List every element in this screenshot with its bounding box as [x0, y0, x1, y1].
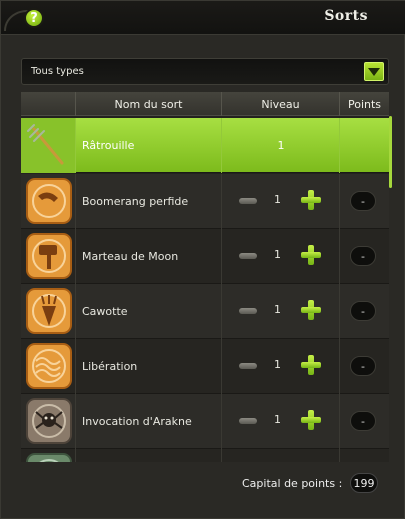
increase-level-button[interactable] [301, 190, 321, 210]
spell-row-liberation[interactable]: Libération 1 - [21, 339, 389, 394]
spell-level: 1 [274, 303, 281, 316]
spell-name: Râtrouille [76, 118, 222, 173]
decrease-level-button[interactable] [239, 253, 257, 259]
points-capital-label: Capital de points : [242, 477, 343, 490]
spell-points-cell: - [340, 174, 389, 229]
pitchfork-icon [27, 124, 64, 165]
carrot-icon [26, 288, 72, 334]
title-bar: ? Sorts [1, 1, 405, 35]
dropdown-value: Tous types [31, 66, 84, 77]
spell-points-cell: - [340, 284, 389, 339]
spell-table: Nom du sort Niveau Points Râtrouille 1 B… [21, 92, 389, 462]
spell-name [76, 449, 222, 462]
spell-points-cell [340, 449, 389, 462]
spider-icon [26, 398, 72, 444]
spell-level: 1 [274, 413, 281, 426]
spell-level-cell: 1 [222, 284, 340, 339]
spell-points-cell: - [340, 229, 389, 284]
spell-name: Cawotte [76, 284, 222, 339]
column-header-icon[interactable] [21, 92, 76, 116]
spell-icon-cell [21, 449, 76, 462]
decrease-level-button[interactable] [239, 308, 257, 314]
spell-name: Libération [76, 339, 222, 394]
increase-level-button[interactable] [301, 300, 321, 320]
window-title: Sorts [324, 8, 368, 24]
dropdown-arrow-icon[interactable] [364, 62, 384, 81]
spell-icon-cell [21, 394, 76, 449]
column-header-name[interactable]: Nom du sort [76, 92, 222, 116]
spell-icon-cell [21, 339, 76, 394]
spell-level-cell: 1 [222, 339, 340, 394]
spell-icon-cell [21, 229, 76, 284]
spell-icon-cell [21, 174, 76, 229]
spell-row-cawotte[interactable]: Cawotte 1 - [21, 284, 389, 339]
increase-level-button[interactable] [301, 355, 321, 375]
spell-icon-cell [21, 284, 76, 339]
hammer-icon [26, 233, 72, 279]
spell-points-cell: - [340, 394, 389, 449]
spell-name: Invocation d'Arakne [76, 394, 222, 449]
spell-level-cell: 1 [222, 118, 340, 173]
help-button[interactable]: ? [24, 8, 44, 28]
spell-points: - [350, 411, 376, 431]
spell-points-cell: - [340, 339, 389, 394]
decrease-level-button[interactable] [239, 198, 257, 204]
waves-icon [26, 343, 72, 389]
spell-level-cell [222, 449, 340, 462]
column-header-points[interactable]: Points [340, 92, 389, 116]
increase-level-button[interactable] [301, 245, 321, 265]
spells-window: ? Sorts Tous types Nom du sort Niveau Po… [0, 0, 405, 519]
spell-row-marteau-de-moon[interactable]: Marteau de Moon 1 - [21, 229, 389, 284]
spell-level: 1 [274, 358, 281, 371]
spell-level: 1 [274, 248, 281, 261]
column-header-level[interactable]: Niveau [222, 92, 340, 116]
spell-icon-cell [21, 118, 76, 173]
spell-row-partial[interactable] [21, 449, 389, 462]
spell-level: 1 [277, 139, 285, 152]
spell-level-cell: 1 [222, 229, 340, 284]
spell-points-cell [340, 118, 389, 173]
decrease-level-button[interactable] [239, 363, 257, 369]
table-header: Nom du sort Niveau Points [21, 92, 389, 116]
spell-points: - [350, 356, 376, 376]
decrease-level-button[interactable] [239, 418, 257, 424]
spell-points: - [350, 246, 376, 266]
spell-row-boomerang-perfide[interactable]: Boomerang perfide 1 - [21, 174, 389, 229]
increase-level-button[interactable] [301, 410, 321, 430]
points-capital-value: 199 [350, 473, 378, 493]
spell-icon [26, 453, 72, 462]
spell-name: Boomerang perfide [76, 174, 222, 229]
boomerang-icon [26, 178, 72, 224]
spell-level-cell: 1 [222, 174, 340, 229]
spell-level: 1 [274, 193, 281, 206]
spell-level-cell: 1 [222, 394, 340, 449]
spell-points: - [350, 191, 376, 211]
spell-row-ratrouille[interactable]: Râtrouille 1 [21, 118, 389, 173]
spell-points: - [350, 301, 376, 321]
spell-row-invocation-d-arakne[interactable]: Invocation d'Arakne 1 - [21, 394, 389, 449]
table-scrollbar[interactable] [389, 116, 392, 188]
spell-type-dropdown[interactable]: Tous types [21, 58, 389, 85]
spell-name: Marteau de Moon [76, 229, 222, 284]
